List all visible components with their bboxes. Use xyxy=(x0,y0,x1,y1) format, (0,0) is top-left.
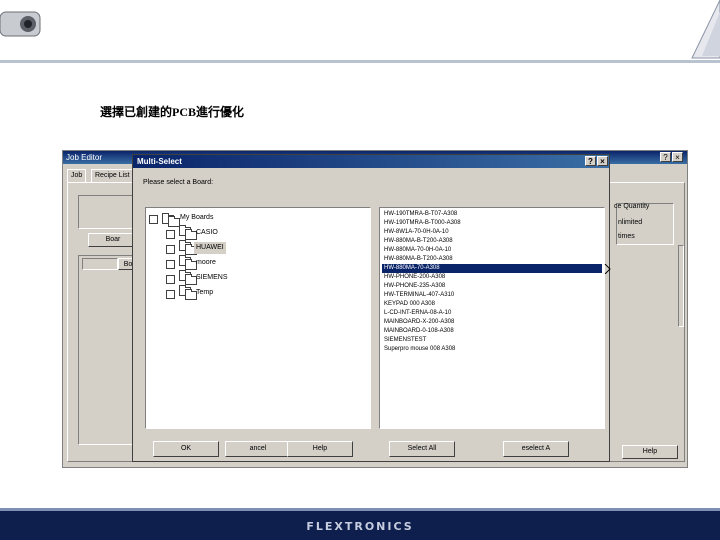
job-editor-close-button[interactable]: × xyxy=(672,152,683,162)
select-all-button[interactable]: Select All xyxy=(389,441,455,457)
dialog-help-button[interactable]: ? xyxy=(585,156,596,166)
board-list-item[interactable]: HW-PHONE-235-A308 xyxy=(382,282,602,291)
tab-job[interactable]: Job xyxy=(67,169,87,183)
unlimited-option[interactable]: nlimited xyxy=(618,219,642,226)
board-list-item[interactable]: HW-190TMRA-B-T07-A308 xyxy=(382,210,602,219)
help-button[interactable]: Help xyxy=(287,441,353,457)
prism-decoration-icon xyxy=(691,0,720,59)
quantity-label: ce Quantity xyxy=(614,203,650,210)
board-list-item[interactable]: HW-190TMRA-B-T000-A308 xyxy=(382,219,602,228)
projector-icon xyxy=(0,11,41,37)
job-help-button[interactable]: Help xyxy=(622,445,678,459)
tree-item-label: SIEMENS xyxy=(196,274,228,281)
board-list-item[interactable]: L-CD-INT-ERNA-08-A-10 xyxy=(382,309,602,318)
board-folder-tree[interactable]: My Boards CASIO HUAWEI moore SIEMENS Tem… xyxy=(145,207,371,429)
tab-recipe-list[interactable]: Recipe List xyxy=(91,169,134,183)
tree-checkbox[interactable] xyxy=(149,215,158,224)
board-list-item[interactable]: HW-880MA-B-T200-A308 xyxy=(382,255,602,264)
board-list-item[interactable]: HW-8W1A-70-0H-0A-10 xyxy=(382,228,602,237)
tree-item-siemens[interactable]: SIEMENS xyxy=(146,270,366,285)
tree-item-temp[interactable]: Temp xyxy=(146,285,366,300)
tree-item-label: My Boards xyxy=(180,214,214,221)
tree-item-label: HUAWEI xyxy=(194,242,226,254)
tree-checkbox[interactable] xyxy=(166,260,175,269)
board-button[interactable]: Boar xyxy=(88,233,138,247)
board-list-item[interactable]: MAINBOARD-0-108-A308 xyxy=(382,327,602,336)
deselect-all-button[interactable]: eselect A xyxy=(503,441,569,457)
job-group-box xyxy=(78,195,140,229)
dialog-close-button[interactable]: × xyxy=(597,156,608,166)
multi-select-dialog: Multi-Select ? × Please select a Board: … xyxy=(132,154,611,462)
tree-item-my-boards[interactable]: My Boards xyxy=(146,212,366,227)
multi-select-title-bar[interactable]: Multi-Select xyxy=(133,155,609,168)
tree-item-moore[interactable]: moore xyxy=(146,255,366,270)
banner-divider xyxy=(0,60,720,63)
ok-button[interactable]: OK xyxy=(153,441,219,457)
tree-item-huawei[interactable]: HUAWEI xyxy=(146,240,366,255)
board-list-item[interactable]: MAINBOARD-X-200-A308 xyxy=(382,318,602,327)
tree-checkbox[interactable] xyxy=(166,245,175,254)
board-list-item-selected[interactable]: HW-880MA-70-A308 xyxy=(382,264,602,273)
multi-select-title: Multi-Select xyxy=(137,157,182,166)
board-list-item[interactable]: SIEMENSTEST xyxy=(382,336,602,345)
tree-item-label: moore xyxy=(196,259,216,266)
tree-checkbox[interactable] xyxy=(166,275,175,284)
board-list[interactable]: HW-190TMRA-B-T07-A308 HW-190TMRA-B-T000-… xyxy=(379,207,611,429)
slide-footer: FLEXTRONICS xyxy=(0,511,720,540)
board-list-item[interactable]: HW-880MA-70-0H-0A-10 xyxy=(382,246,602,255)
times-label: times xyxy=(618,233,635,240)
tree-item-casio[interactable]: CASIO xyxy=(146,225,366,240)
job-editor-help-button[interactable]: ? xyxy=(660,152,671,162)
cancel-button[interactable]: ancel xyxy=(225,441,291,457)
tree-checkbox[interactable] xyxy=(166,290,175,299)
slide-caption: 選擇已創建的PCB進行優化 xyxy=(100,105,245,119)
board-list-item[interactable]: HW-880MA-B-T200-A308 xyxy=(382,237,602,246)
scroll-strip[interactable] xyxy=(678,245,684,327)
board-prompt: Please select a Board: xyxy=(143,179,214,186)
job-editor-title: Job Editor xyxy=(66,153,103,162)
board-list-item[interactable]: HW-TERMINAL-407-A310 xyxy=(382,291,602,300)
tree-item-label: CASIO xyxy=(196,229,218,236)
mouse-cursor-icon xyxy=(604,264,611,274)
brand-logo: FLEXTRONICS xyxy=(306,520,414,533)
tree-checkbox[interactable] xyxy=(166,230,175,239)
board-list-item[interactable]: KEYPAD 000 A308 xyxy=(382,300,602,309)
tree-item-label: Temp xyxy=(196,289,214,296)
list-header-cell xyxy=(82,258,118,270)
board-list-item[interactable]: HW-PHONE-200-A308 xyxy=(382,273,602,282)
board-list-item[interactable]: Superpro mouse 008 A308 xyxy=(382,345,602,354)
slide-banner xyxy=(0,0,720,62)
board-list-box xyxy=(78,255,140,445)
